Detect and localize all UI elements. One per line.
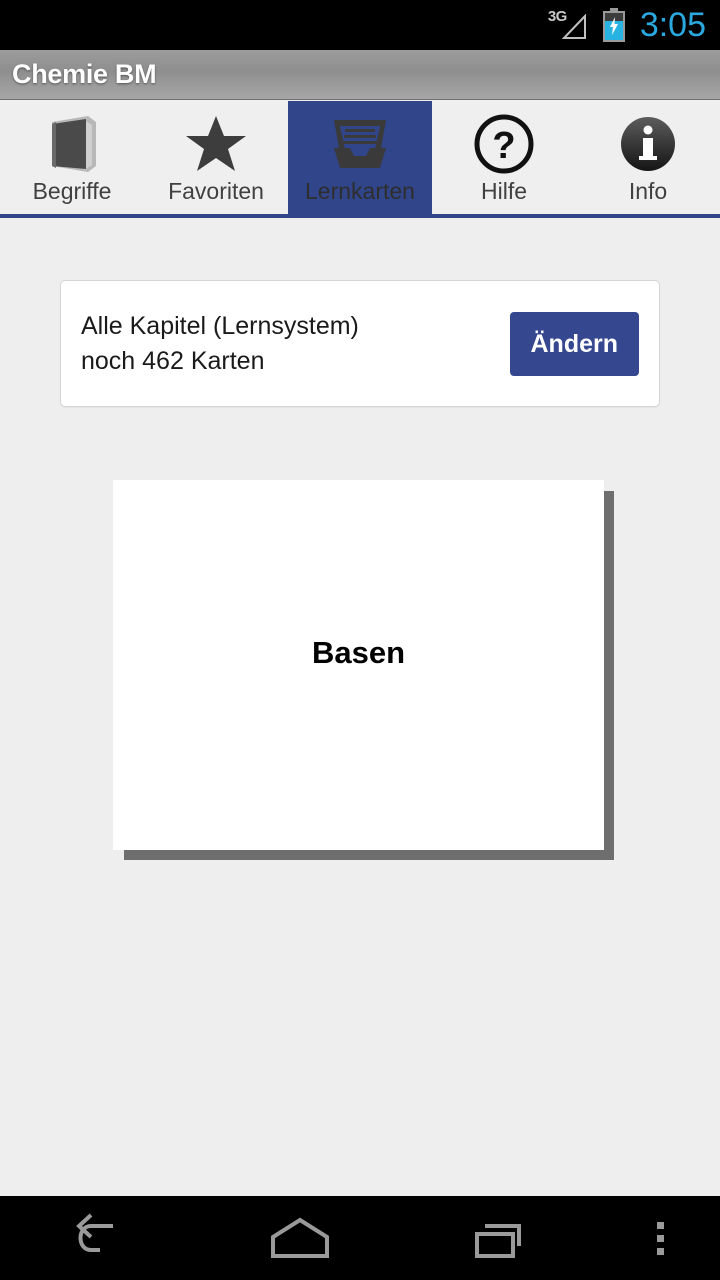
- tab-lernkarten[interactable]: Lernkarten: [288, 101, 432, 214]
- info-circle-icon: [576, 111, 720, 177]
- tab-underline: [0, 214, 720, 218]
- back-icon[interactable]: [0, 1196, 200, 1280]
- tab-begriffe[interactable]: Begriffe: [0, 101, 144, 214]
- tab-label-hilfe: Hilfe: [480, 178, 527, 204]
- tab-hilfe[interactable]: ? Hilfe: [432, 101, 576, 214]
- overflow-menu-icon[interactable]: [600, 1196, 720, 1280]
- home-icon[interactable]: [200, 1196, 400, 1280]
- tab-label-info: Info: [628, 178, 668, 204]
- app-screen: 3G 3:05 Chemie BM Begriffe Favoriten Ler…: [0, 0, 720, 1280]
- recents-icon[interactable]: [400, 1196, 600, 1280]
- battery-charging-icon: [602, 8, 626, 42]
- flashcard-face[interactable]: Basen: [113, 480, 604, 850]
- card-box-icon: [288, 111, 432, 177]
- chapter-name: Alle Kapitel (Lernsystem): [81, 312, 359, 340]
- tab-label-lernkarten: Lernkarten: [305, 178, 415, 204]
- lightning-bolt-icon: [609, 17, 618, 35]
- book-icon: [0, 111, 144, 177]
- signal-triangle-icon: 3G: [548, 8, 592, 42]
- remaining-cards-label: noch 462 Karten: [81, 347, 265, 375]
- svg-text:?: ?: [492, 125, 515, 167]
- tab-favoriten[interactable]: Favoriten: [144, 101, 288, 214]
- status-clock: 3:05: [639, 6, 706, 44]
- chapter-panel: Alle Kapitel (Lernsystem) noch 462 Karte…: [60, 280, 660, 407]
- tab-bar: Begriffe Favoriten Lernkarten ? Hilfe In…: [0, 101, 720, 214]
- tab-info[interactable]: Info: [576, 101, 720, 214]
- flashcard-term: Basen: [311, 635, 406, 670]
- action-bar: Chemie BM: [0, 50, 720, 100]
- change-button[interactable]: Ändern: [509, 311, 639, 376]
- tab-label-favoriten: Favoriten: [168, 178, 264, 204]
- star-icon: [144, 111, 288, 177]
- chapter-info: Alle Kapitel (Lernsystem) noch 462 Karte…: [81, 310, 359, 377]
- navigation-bar: [0, 1196, 720, 1280]
- flashcard-shadow-bottom: [124, 849, 614, 860]
- status-bar: 3G 3:05: [0, 0, 720, 50]
- app-title: Chemie BM: [12, 59, 157, 89]
- flashcard-shadow-right: [603, 491, 614, 860]
- status-icons: 3G 3:05: [548, 6, 706, 44]
- flashcard[interactable]: Basen: [113, 480, 614, 860]
- signal-bars-icon: [561, 14, 586, 39]
- question-mark-circle-icon: ?: [432, 111, 576, 177]
- tab-label-begriffe: Begriffe: [32, 178, 112, 204]
